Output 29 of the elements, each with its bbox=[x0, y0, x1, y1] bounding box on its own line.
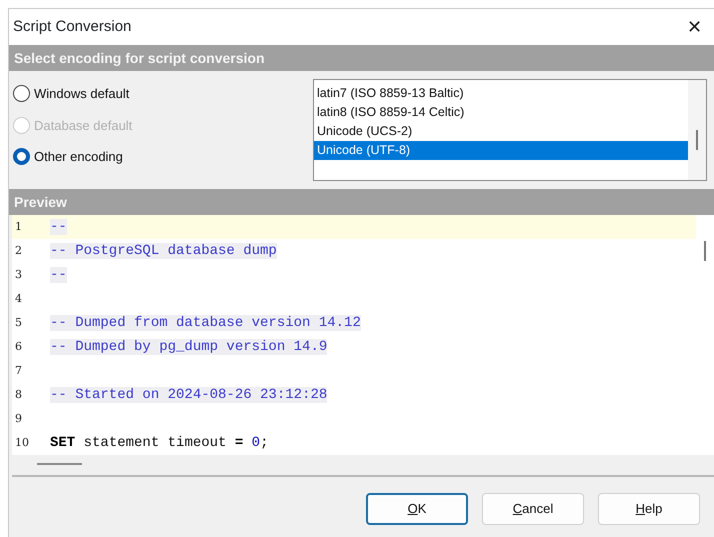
line-number: 9 bbox=[14, 410, 23, 427]
close-button[interactable]: ✕ bbox=[681, 14, 708, 40]
code-line: SET statement timeout = 0; bbox=[50, 434, 268, 452]
line-number: 2 bbox=[14, 242, 23, 259]
line-number: 10 bbox=[14, 434, 30, 451]
line-number: 3 bbox=[14, 266, 23, 283]
encoding-listbox[interactable]: latin7 (ISO 8859-13 Baltic) latin8 (ISO 8859-14 Celtic) Unicode (UCS-2) Unicode (UTF-8) bbox=[313, 79, 707, 181]
line-number: 8 bbox=[14, 386, 23, 403]
radio-button[interactable] bbox=[13, 85, 30, 102]
line-number: 7 bbox=[14, 362, 23, 379]
line-number: 5 bbox=[14, 314, 23, 331]
radio-label: Other encoding bbox=[34, 148, 123, 166]
line-number: 1 bbox=[14, 218, 23, 235]
line-number: 6 bbox=[14, 338, 23, 355]
window-title: Script Conversion bbox=[13, 16, 132, 37]
list-item[interactable]: Unicode (UTF-8) bbox=[314, 141, 688, 160]
list-item[interactable]: Unicode (UCS-2) bbox=[314, 122, 688, 141]
list-item[interactable]: latin8 (ISO 8859-14 Celtic) bbox=[314, 103, 688, 122]
radio-label: Database default bbox=[34, 116, 132, 134]
section-header: Select encoding for script conversion bbox=[9, 45, 714, 71]
scrollbar[interactable] bbox=[688, 80, 706, 180]
ok-button[interactable]: OK bbox=[366, 493, 468, 525]
cancel-button[interactable]: Cancel bbox=[482, 493, 584, 525]
line-number: 4 bbox=[14, 290, 23, 307]
section-header: Preview bbox=[9, 189, 714, 215]
help-button[interactable]: Help bbox=[598, 493, 700, 525]
radio-label: Windows default bbox=[34, 85, 130, 103]
list-item[interactable]: latin7 (ISO 8859-13 Baltic) bbox=[314, 84, 688, 103]
radio-button[interactable] bbox=[13, 148, 30, 166]
